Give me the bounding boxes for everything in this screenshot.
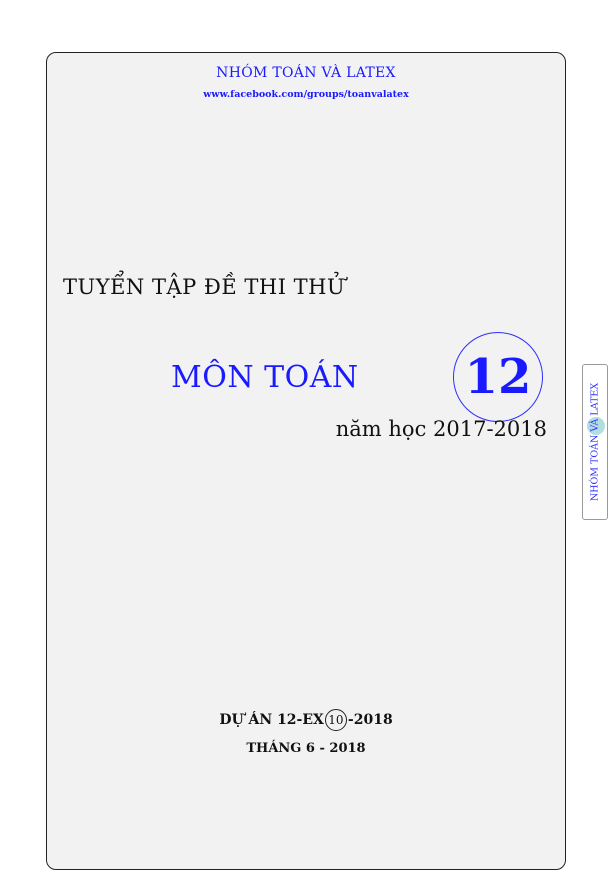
grade-badge: 12 [453,332,543,422]
group-url-link[interactable]: www.facebook.com/groups/toanvalatex [47,89,565,100]
project-code-badge: 10 [324,709,347,731]
side-tab[interactable]: NHÓM TOÁN VÀ LATEX [582,364,608,520]
project-suffix: -2018 [347,712,393,728]
project-line: DỰ ÁN 12-EX 10 -2018 [47,709,565,731]
side-tab-label: NHÓM TOÁN VÀ LATEX [589,382,601,502]
subject-title: MÔN TOÁN [171,360,359,395]
school-year: năm học 2017-2018 [335,417,547,441]
cover-page: NHÓM TOÁN VÀ LATEX www.facebook.com/grou… [46,52,566,870]
collection-title: TUYỂN TẬP ĐỀ THI THỬ [63,275,346,299]
publication-date: THÁNG 6 - 2018 [246,741,366,756]
project-prefix: DỰ ÁN 12-EX [219,712,324,728]
group-name: NHÓM TOÁN VÀ LATEX [216,65,396,81]
